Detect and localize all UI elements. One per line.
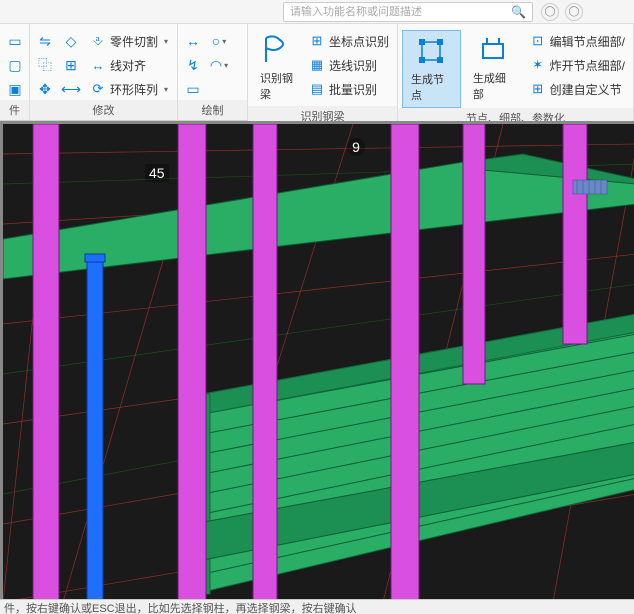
create-custom-node-button[interactable]: ⊞ 创建自定义节 (526, 78, 629, 100)
gen-detail-button[interactable]: 生成细部 (465, 30, 522, 106)
search-input[interactable] (290, 6, 511, 18)
coord-recog-button[interactable]: ⊞ 坐标点识别 (305, 30, 393, 52)
ribbon-group-leftcut: ▭ ▢ ▣ 件 (0, 24, 30, 120)
rect-draw-icon[interactable]: ▭ (182, 78, 204, 100)
status-text: 件，按右键确认或ESC退出，比如先选择钢柱，再选择钢梁，按右键确认 (4, 603, 357, 614)
ribbon-group-recog: 识别钢梁 ⊞ 坐标点识别 ▦ 选线识别 ▤ 批量识别 识别钢梁 (248, 24, 398, 120)
icon-btn-r1[interactable]: ▭ (4, 30, 26, 52)
chevron-down-icon: ▾ (164, 37, 168, 46)
viewport-label-45: 45 (145, 164, 169, 182)
edit-node-detail-label: 编辑节点细部/ (550, 33, 625, 50)
line-align-button[interactable]: ↔ 线对齐 (86, 54, 172, 76)
batch-recog-label: 批量识别 (329, 81, 377, 98)
ribbon-group-node: 生成节点 生成细部 ⊡ 编辑节点细部/ ✶ 炸开节点细部/ ⊞ (398, 24, 634, 120)
user-icon[interactable]: ◯ (541, 3, 559, 21)
duplicate-icon[interactable]: ⿻ (34, 54, 56, 76)
flip-icon[interactable]: ⇋ (34, 30, 56, 52)
cut-icon: ⎀ (90, 33, 106, 49)
grid-icon: ⊞ (309, 33, 325, 49)
detail-icon (477, 34, 509, 66)
node-icon (415, 35, 447, 67)
edit-node-detail-button[interactable]: ⊡ 编辑节点细部/ (526, 30, 629, 52)
status-bar: 件，按右键确认或ESC退出，比如先选择钢柱，再选择钢梁，按右键确认 (0, 599, 634, 614)
icon-btn-r2[interactable]: ▢ (4, 54, 26, 76)
help-icon[interactable]: ◯ (565, 3, 583, 21)
icon-btn-r3[interactable]: ▣ (4, 78, 26, 100)
viewport-label-9: 9 (347, 138, 365, 156)
rect-icon[interactable]: ◇ (60, 30, 82, 52)
chevron-down-icon: ▾ (164, 85, 168, 94)
flag-icon (260, 34, 292, 66)
part-cut-label: 零件切割 (110, 33, 158, 50)
align-icon: ↔ (90, 58, 106, 73)
viewport-canvas (3, 124, 634, 599)
ribbon: ▭ ▢ ▣ 件 ⇋ ⿻ ✥ ◇ ⊞ ⟷ ⎀ 零件切割 ▾ (0, 24, 634, 121)
batch-icon: ▤ (309, 81, 325, 97)
ring-array-button[interactable]: ⟳ 环形阵列 ▾ (86, 78, 172, 100)
ribbon-group-edit: ⇋ ⿻ ✥ ◇ ⊞ ⟷ ⎀ 零件切割 ▾ ↔ 线对齐 (30, 24, 178, 120)
ribbon-group-draw: ↔ ↯ ▭ ○▾ ◠▾ 绘制 (178, 24, 248, 120)
blank-icon[interactable] (208, 78, 230, 100)
recog-steel-button[interactable]: 识别钢梁 (252, 30, 301, 106)
arc-icon[interactable]: ◠▾ (208, 54, 230, 76)
batch-recog-button[interactable]: ▤ 批量识别 (305, 78, 393, 100)
line-align-label: 线对齐 (110, 57, 146, 74)
gen-detail-label: 生成细部 (473, 70, 514, 102)
pattern-icon[interactable]: ⊞ (60, 54, 82, 76)
search-box[interactable]: 🔍 (283, 2, 533, 22)
line-recog-label: 选线识别 (329, 57, 377, 74)
ring-icon: ⟳ (90, 81, 106, 97)
explode-node-detail-button[interactable]: ✶ 炸开节点细部/ (526, 54, 629, 76)
polyline-icon[interactable]: ↯ (182, 54, 204, 76)
line-icon[interactable]: ↔ (182, 30, 204, 52)
group-label-edit: 修改 (30, 100, 177, 120)
ring-array-label: 环形阵列 (110, 81, 158, 98)
explode-icon: ✶ (530, 57, 546, 73)
explode-node-detail-label: 炸开节点细部/ (550, 57, 625, 74)
select-icon: ▦ (309, 57, 325, 73)
edit-icon: ⊡ (530, 33, 546, 49)
coord-recog-label: 坐标点识别 (329, 33, 389, 50)
create-custom-node-label: 创建自定义节 (550, 81, 622, 98)
custom-icon: ⊞ (530, 81, 546, 97)
3d-viewport[interactable]: 45 9 (0, 121, 634, 599)
group-label-draw: 绘制 (178, 100, 247, 120)
circle-icon[interactable]: ○▾ (208, 30, 230, 52)
gen-node-label: 生成节点 (411, 71, 452, 103)
recog-steel-label: 识别钢梁 (260, 70, 293, 102)
search-icon[interactable]: 🔍 (511, 5, 526, 19)
line-recog-button[interactable]: ▦ 选线识别 (305, 54, 393, 76)
group-label-leftcut: 件 (0, 100, 29, 120)
gen-node-button[interactable]: 生成节点 (402, 30, 461, 108)
move-icon[interactable]: ✥ (34, 78, 56, 100)
topbar-right-icons: ◯ ◯ (541, 3, 583, 21)
dimension-icon[interactable]: ⟷ (60, 78, 82, 100)
part-cut-button[interactable]: ⎀ 零件切割 ▾ (86, 30, 172, 52)
title-bar: 🔍 ◯ ◯ (0, 0, 634, 24)
